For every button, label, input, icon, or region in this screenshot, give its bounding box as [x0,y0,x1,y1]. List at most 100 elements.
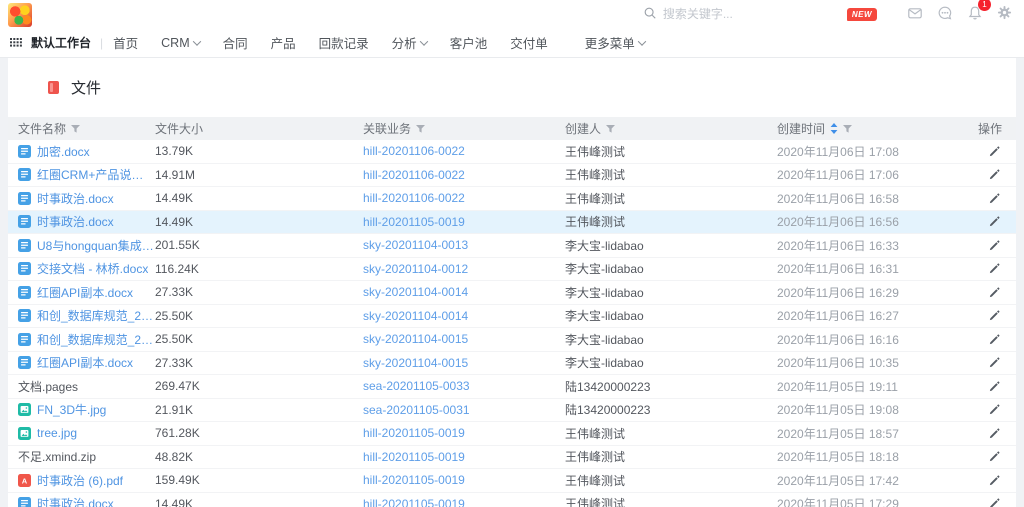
edit-pencil-icon[interactable] [988,450,1001,463]
column-header-4: 创建人 [565,120,777,137]
related-business-link[interactable]: hill-20201105-0019 [363,450,465,464]
table-row[interactable]: 时事政治.docx14.49Khill-20201105-0019王伟峰测试20… [8,493,1016,507]
edit-pencil-icon[interactable] [988,192,1001,205]
related-business-cell: hill-20201105-0019 [363,473,565,487]
nav-item-4[interactable]: 产品 [271,33,296,52]
file-name-link[interactable]: 交接文档 - 林桥.docx [37,260,148,277]
edit-pencil-icon[interactable] [988,309,1001,322]
global-search[interactable] [643,6,773,23]
search-input[interactable] [663,7,773,21]
related-business-link[interactable]: sky-20201104-0012 [363,262,468,276]
edit-pencil-icon[interactable] [988,333,1001,346]
edit-pencil-icon[interactable] [988,403,1001,416]
edit-pencil-icon[interactable] [988,168,1001,181]
table-row[interactable]: FN_3D牛.jpg21.91Ksea-20201105-0031陆134200… [8,399,1016,423]
filter-funnel-icon[interactable] [71,125,80,133]
edit-pencil-icon[interactable] [988,286,1001,299]
file-name-cell: tree.jpg [8,426,155,440]
related-business-link[interactable]: hill-20201106-0022 [363,191,465,205]
file-name-link[interactable]: 加密.docx [37,143,90,160]
table-row[interactable]: tree.jpg761.28Khill-20201105-0019王伟峰测试20… [8,422,1016,446]
settings-button[interactable] [997,5,1012,23]
file-name-link[interactable]: 时事政治.docx [37,213,114,230]
table-row[interactable]: 不足.xmind.zip48.82Khill-20201105-0019王伟峰测… [8,446,1016,470]
table-row[interactable]: 红圈API副本.docx27.33Ksky-20201104-0014李大宝-l… [8,281,1016,305]
creator-cell: 王伟峰测试 [565,213,777,230]
related-business-link[interactable]: sea-20201105-0033 [363,379,470,393]
edit-pencil-icon[interactable] [988,427,1001,440]
table-row[interactable]: 交接文档 - 林桥.docx116.24Ksky-20201104-0012李大… [8,258,1016,282]
related-business-link[interactable]: sky-20201104-0014 [363,309,468,323]
edit-pencil-icon[interactable] [988,239,1001,252]
nav-item-3[interactable]: 合同 [223,33,248,52]
table-row[interactable]: 红圈API副本.docx27.33Ksky-20201104-0015李大宝-l… [8,352,1016,376]
related-business-link[interactable]: sea-20201105-0031 [363,403,470,417]
table-row[interactable]: 加密.docx13.79Khill-20201106-0022王伟峰测试2020… [8,140,1016,164]
workspace-title[interactable]: 默认工作台 [31,34,91,51]
related-business-link[interactable]: hill-20201106-0022 [363,168,465,182]
related-business-link[interactable]: sky-20201104-0015 [363,356,468,370]
file-size-cell: 13.79K [155,144,363,158]
nav-item-5[interactable]: 回款记录 [319,33,369,52]
created-time-cell: 2020年11月06日 17:06 [777,166,970,183]
table-row[interactable]: 红圈CRM+产品说明201901_前端...14.91Mhill-2020110… [8,164,1016,188]
app-launcher-button[interactable] [10,36,22,50]
grid-dots-icon [10,36,22,50]
related-business-link[interactable]: hill-20201105-0019 [363,497,465,507]
file-name-link[interactable]: 红圈API副本.docx [37,354,133,371]
file-name-link[interactable]: 时事政治.docx [37,495,114,507]
file-name-link[interactable]: 红圈API副本.docx [37,284,133,301]
table-row[interactable]: 文档.pages269.47Ksea-20201105-0033陆1342000… [8,375,1016,399]
related-business-link[interactable]: hill-20201105-0019 [363,473,465,487]
file-name-link[interactable]: 时事政治 (6).pdf [37,472,123,489]
file-name-cell: 红圈API副本.docx [8,284,155,301]
edit-pencil-icon[interactable] [988,215,1001,228]
table-row[interactable]: 时事政治.docx14.49Khill-20201106-0022王伟峰测试20… [8,187,1016,211]
creator-cell: 王伟峰测试 [565,166,777,183]
filter-funnel-icon[interactable] [606,125,615,133]
table-row[interactable]: 时事政治.docx14.49Khill-20201105-0019王伟峰测试20… [8,211,1016,235]
filter-funnel-icon[interactable] [843,125,852,133]
nav-divider: | [100,36,103,50]
related-business-link[interactable]: hill-20201105-0019 [363,426,465,440]
sort-arrows-icon[interactable] [830,123,838,134]
edit-pencil-icon[interactable] [988,380,1001,393]
file-name-cell: 时事政治.docx [8,190,155,207]
nav-item-1[interactable]: 首页 [113,33,138,52]
related-business-cell: sky-20201104-0013 [363,238,565,252]
related-business-link[interactable]: sky-20201104-0015 [363,332,468,346]
table-row[interactable]: U8与hongquan集成方案.docx201.55Ksky-20201104-… [8,234,1016,258]
related-business-link[interactable]: sky-20201104-0014 [363,285,468,299]
file-name-link[interactable]: 和创_数据库规范_20171124.doc [37,307,155,324]
edit-pencil-icon[interactable] [988,145,1001,158]
notifications-button[interactable]: 1 [967,5,983,24]
related-business-link[interactable]: hill-20201106-0022 [363,144,465,158]
file-name-link[interactable]: 红圈CRM+产品说明201901_前端... [37,166,155,183]
edit-pencil-icon[interactable] [988,497,1001,507]
file-name-link[interactable]: FN_3D牛.jpg [37,401,106,418]
edit-pencil-icon[interactable] [988,262,1001,275]
table-row[interactable]: 和创_数据库规范_20171124.doc25.50Ksky-20201104-… [8,305,1016,329]
nav-item-7[interactable]: 客户池 [450,33,488,52]
mail-button[interactable] [907,5,923,24]
nav-item-9[interactable]: 更多菜单 [585,33,645,52]
filter-funnel-icon[interactable] [416,125,425,133]
file-name-link[interactable]: U8与hongquan集成方案.docx [37,237,155,254]
edit-pencil-icon[interactable] [988,474,1001,487]
related-business-link[interactable]: sky-20201104-0013 [363,238,468,252]
nav-item-2[interactable]: CRM [161,36,199,50]
app-logo[interactable] [8,3,32,27]
nav-item-6[interactable]: 分析 [392,33,427,52]
file-name-link[interactable]: 和创_数据库规范_20171124.doc [37,331,155,348]
chat-button[interactable] [937,5,953,24]
red-file-icon [48,81,59,94]
file-size-cell: 25.50K [155,309,363,323]
related-business-link[interactable]: hill-20201105-0019 [363,215,465,229]
edit-pencil-icon[interactable] [988,356,1001,369]
table-row[interactable]: A时事政治 (6).pdf159.49Khill-20201105-0019王伟… [8,469,1016,493]
created-time-cell: 2020年11月06日 17:08 [777,143,970,160]
nav-item-8[interactable]: 交付单 [510,33,548,52]
file-name-link[interactable]: tree.jpg [37,426,77,440]
file-name-link[interactable]: 时事政治.docx [37,190,114,207]
table-row[interactable]: 和创_数据库规范_20171124.doc25.50Ksky-20201104-… [8,328,1016,352]
